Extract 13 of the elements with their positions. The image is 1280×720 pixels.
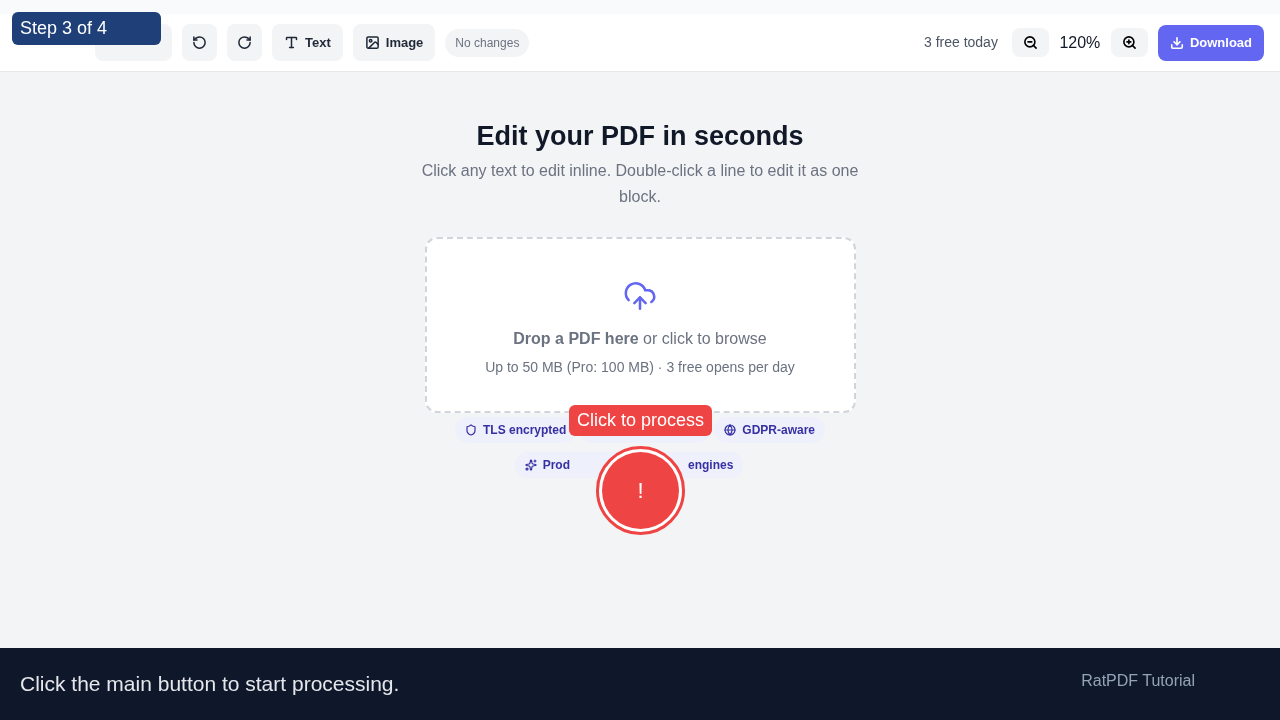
step-tooltip: Step 3 of 4 (12, 12, 161, 45)
feature-badge: GDPR-aware (714, 417, 826, 443)
upload-limits: Up to 50 MB (Pro: 100 MB) · 3 free opens per day (485, 358, 795, 377)
tutorial-brand: RatPDF Tutorial (1081, 671, 1195, 691)
feature-badge: TLS encrypted (454, 417, 577, 443)
tooltip: Click to process (569, 405, 713, 436)
hero-title: Edit your PDF in seconds (476, 120, 804, 152)
drop-prompt: Drop a PDF here or click to browse (513, 329, 767, 349)
hero-subtitle: Click any text to edit inline. Double-click a line to edit it as one block. (420, 161, 860, 207)
tutorial-caption: Click the main button to start processing. (20, 671, 400, 698)
quota-text: 3 free today (923, 33, 998, 52)
status-pill: No changes (445, 28, 530, 57)
zoom-level: 120% (1058, 32, 1101, 53)
